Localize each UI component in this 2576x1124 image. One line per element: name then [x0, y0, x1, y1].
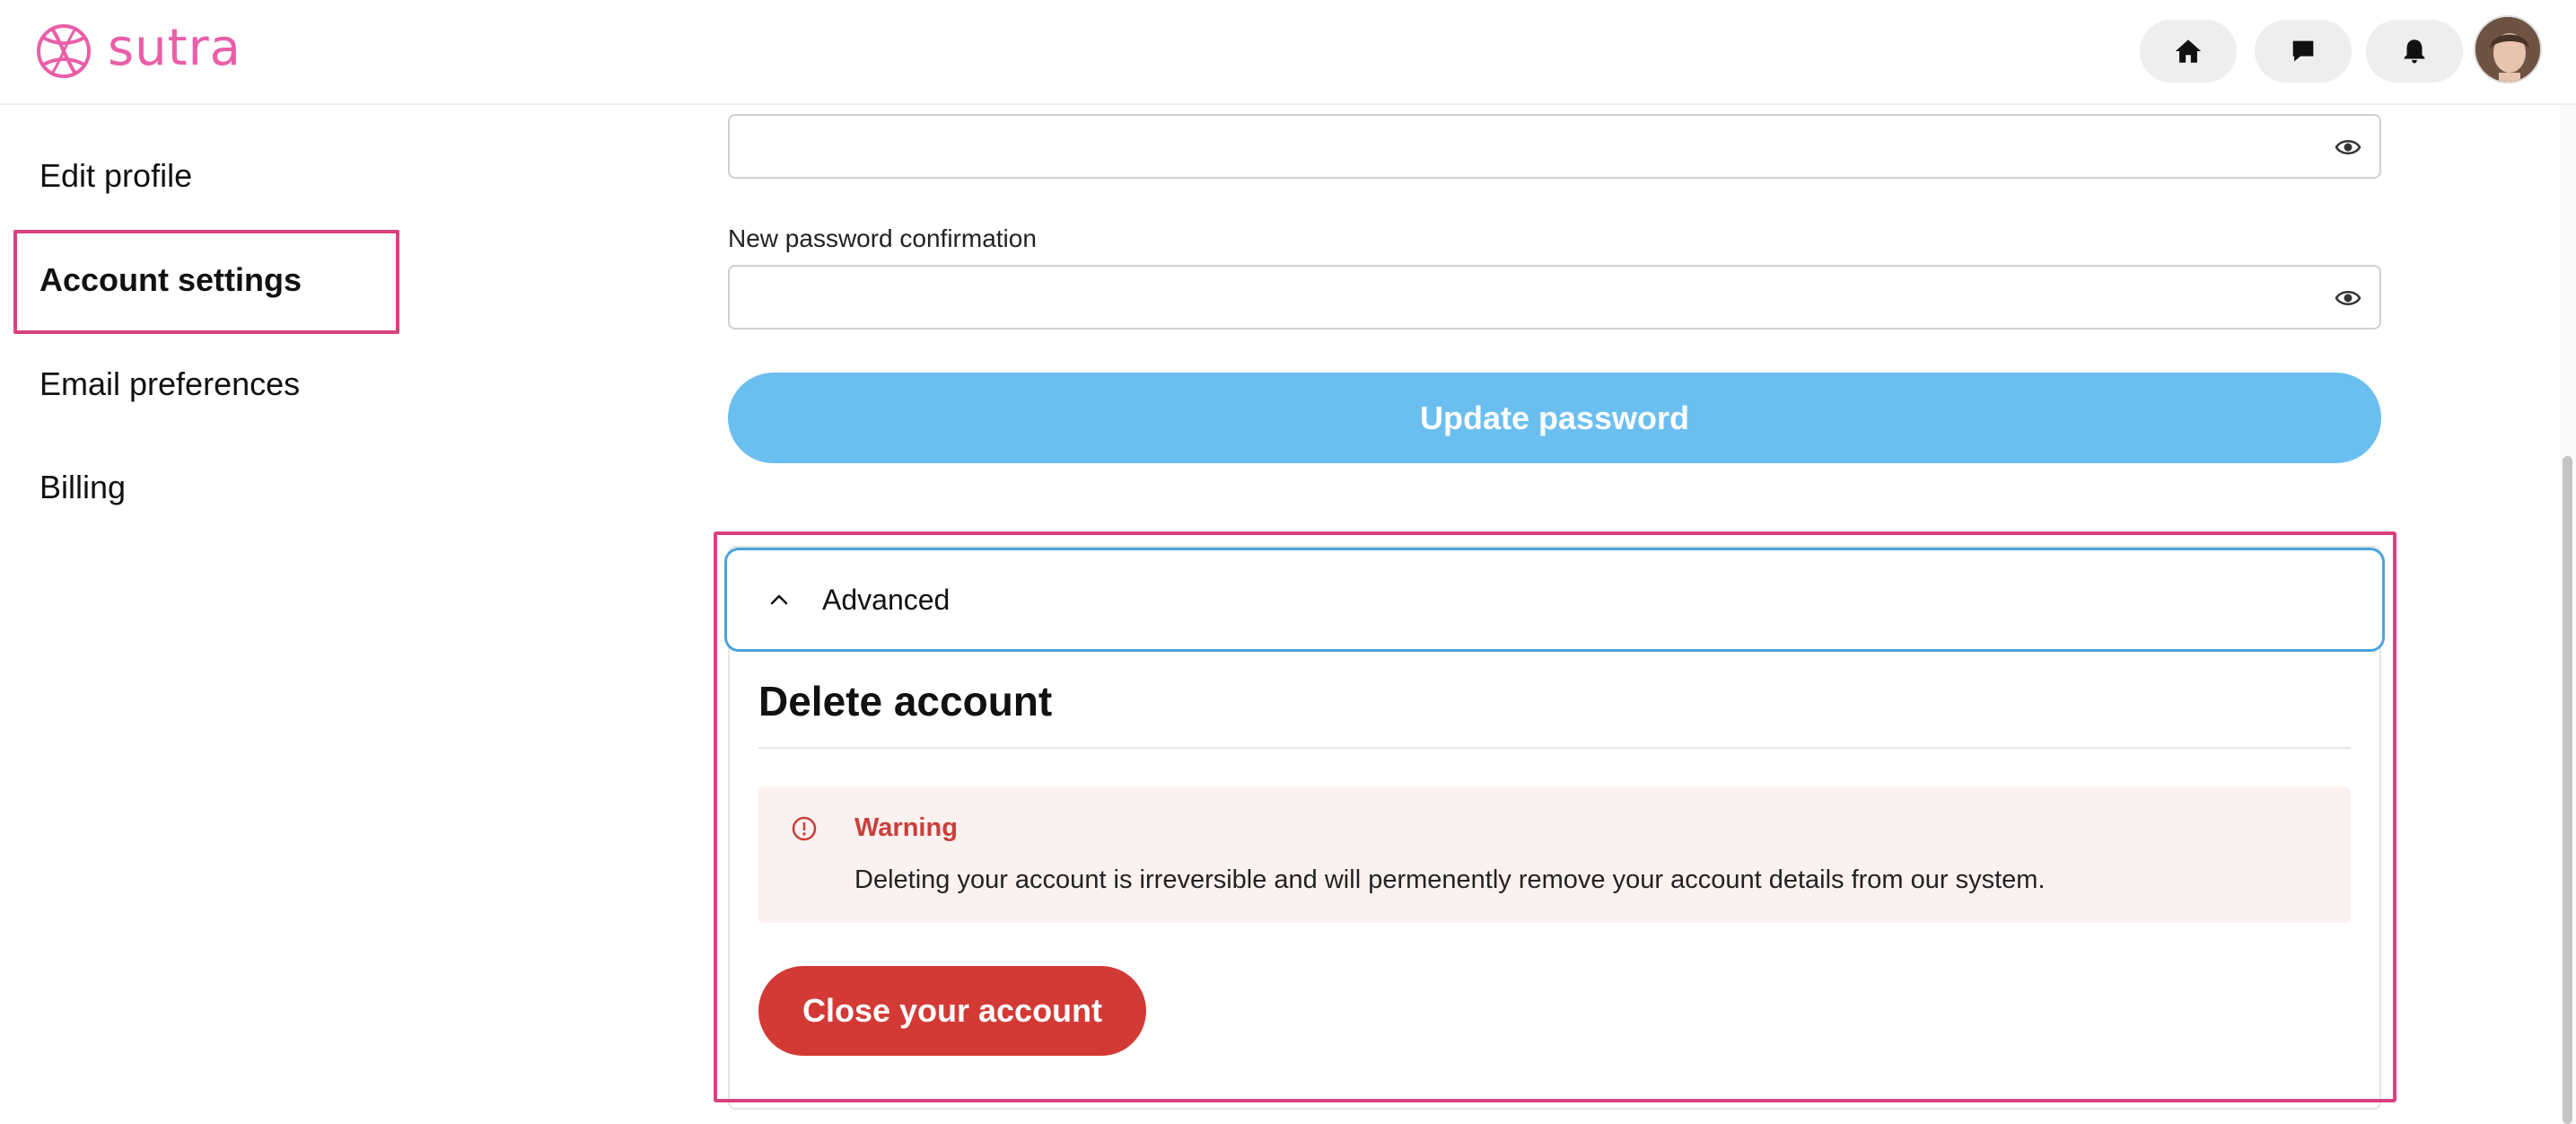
section-divider: [758, 747, 2351, 749]
update-password-button[interactable]: Update password: [728, 373, 2381, 463]
home-button[interactable]: [2140, 20, 2237, 83]
confirmation-label: New password confirmation: [728, 224, 1037, 252]
sidebar-item-edit-profile[interactable]: Edit profile: [39, 157, 192, 195]
home-icon: [2175, 40, 2202, 63]
sutra-logo-icon: [37, 24, 91, 78]
top-navigation-bar: sutra: [0, 0, 2576, 105]
avatar-portrait: [2475, 17, 2540, 82]
scrollbar-thumb[interactable]: [2563, 456, 2572, 1124]
advanced-accordion-header[interactable]: Advanced: [724, 548, 2385, 652]
show-password-icon[interactable]: [2335, 136, 2361, 159]
alert-circle-icon: [792, 816, 817, 841]
warning-message: Deleting your account is irreversible an…: [854, 865, 2046, 894]
sidebar-item-billing[interactable]: Billing: [39, 469, 126, 506]
delete-account-heading: Delete account: [758, 678, 1053, 724]
sidebar-item-email-preferences[interactable]: Email preferences: [39, 365, 300, 403]
close-account-button[interactable]: Close your account: [758, 966, 1146, 1056]
warning-alert: Warning Deleting your account is irrever…: [758, 786, 2351, 923]
new-password-input[interactable]: [730, 116, 2379, 177]
user-avatar[interactable]: [2474, 15, 2542, 83]
bell-icon: [2404, 40, 2425, 64]
password-confirmation-field[interactable]: [728, 265, 2381, 329]
password-confirmation-input[interactable]: [730, 267, 2379, 328]
chat-icon: [2292, 40, 2314, 62]
new-password-field[interactable]: [728, 114, 2381, 179]
warning-title: Warning: [854, 813, 958, 842]
notifications-button[interactable]: [2366, 20, 2463, 83]
sidebar-item-account-settings[interactable]: Account settings: [39, 261, 302, 299]
show-password-icon[interactable]: [2335, 286, 2361, 310]
brand-logo[interactable]: sutra: [34, 18, 241, 83]
advanced-label: Advanced: [822, 583, 951, 616]
brand-name: sutra: [108, 18, 241, 77]
messages-button[interactable]: [2255, 20, 2352, 83]
chevron-up-icon: [770, 594, 788, 605]
